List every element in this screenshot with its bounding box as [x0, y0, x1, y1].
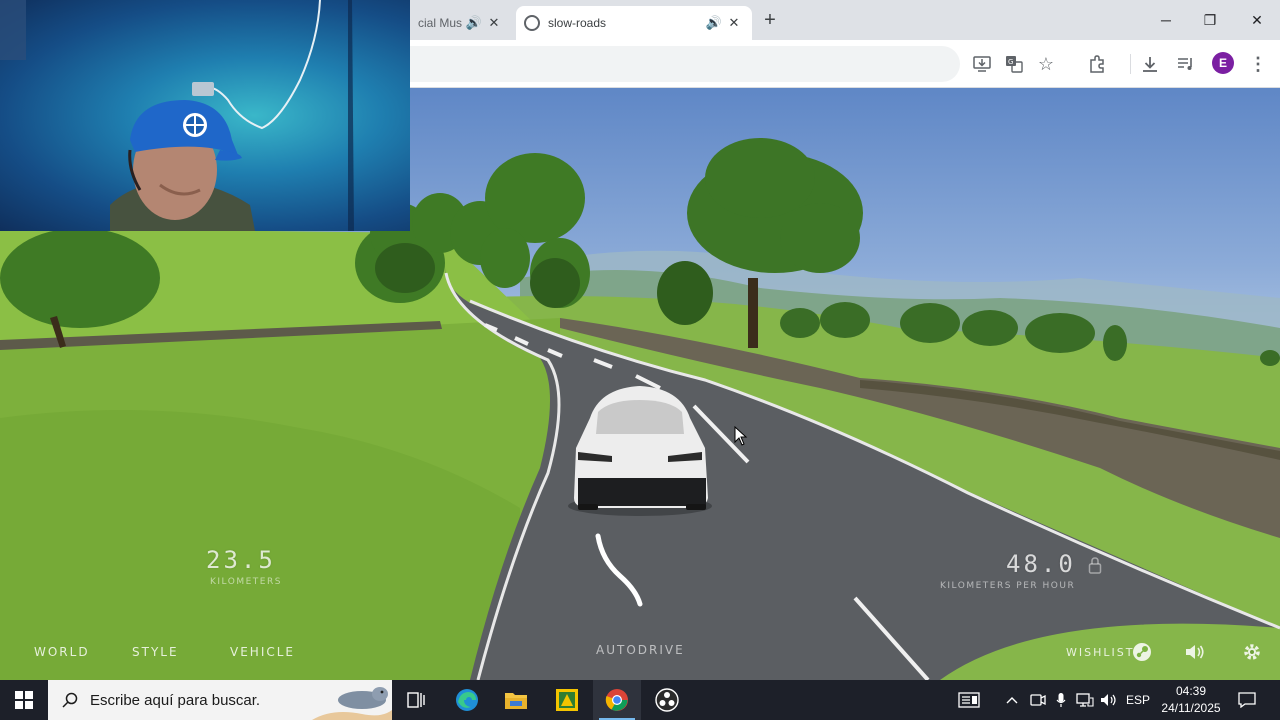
edge-app-button[interactable] — [443, 680, 491, 720]
menu-style[interactable]: STYLE — [132, 645, 179, 659]
steam-icon[interactable] — [1132, 642, 1152, 662]
translate-icon[interactable]: G — [1002, 52, 1026, 76]
menu-dots-icon[interactable]: ⋮ — [1246, 52, 1270, 76]
volume-icon[interactable] — [1184, 642, 1206, 662]
task-view-icon — [407, 692, 425, 708]
speed-unit: KILOMETERS PER HOUR — [940, 581, 1076, 591]
obs-app-button[interactable] — [643, 680, 691, 720]
address-bar[interactable] — [410, 46, 960, 82]
windows-taskbar: Escribe aquí para buscar. ESP 04:39 24/1… — [0, 680, 1280, 720]
tab-title: cial Mus — [418, 16, 463, 30]
search-highlight-image — [312, 687, 392, 720]
menu-vehicle[interactable]: VEHICLE — [230, 645, 295, 659]
globe-favicon-icon — [524, 15, 540, 31]
minimize-button[interactable]: ─ — [1154, 8, 1178, 32]
svg-text:G: G — [1008, 58, 1013, 66]
tab-audio-icon[interactable]: 🔊 — [704, 13, 724, 33]
install-app-icon[interactable] — [970, 52, 994, 76]
windows-logo-icon — [15, 691, 33, 709]
clock-time: 04:39 — [1175, 684, 1207, 698]
webcam-overlay — [0, 0, 410, 231]
chevron-up-icon[interactable] — [1002, 680, 1022, 720]
clock-date: 24/11/2025 — [1161, 701, 1221, 715]
downloads-icon[interactable] — [1138, 52, 1162, 76]
mouse-cursor-icon — [734, 426, 748, 446]
chrome-icon — [605, 689, 628, 711]
browser-toolbar: G ☆ E ⋮ — [410, 40, 1280, 88]
task-view-button[interactable] — [392, 680, 440, 720]
meet-now-icon[interactable] — [1028, 680, 1048, 720]
speaker-icon[interactable] — [1098, 680, 1120, 720]
wishlist-button[interactable]: WISHLIST — [1066, 646, 1134, 659]
chrome-app-button[interactable] — [593, 680, 641, 720]
distance-value: 23.5 — [206, 546, 276, 574]
webcam-feed-image — [0, 0, 354, 231]
restore-button[interactable]: ❐ — [1198, 8, 1222, 32]
browser-tab-strip: cial Mus 🔊 ✕ slow-roads 🔊 ✕ + ─ ❐ ✕ — [410, 0, 1280, 40]
system-clock[interactable]: 04:39 24/11/2025 — [1150, 683, 1232, 717]
new-tab-button[interactable]: + — [758, 8, 782, 32]
search-icon — [62, 692, 78, 708]
start-button[interactable] — [0, 680, 48, 720]
tab-title: slow-roads — [548, 16, 607, 30]
speed-lock-icon[interactable] — [1088, 556, 1102, 574]
screen: 23.5 KILOMETERS 48.0 KILOMETERS PER HOUR… — [0, 0, 1280, 720]
file-explorer-button[interactable] — [492, 680, 540, 720]
media-control-icon[interactable] — [1174, 52, 1198, 76]
autodrive-button[interactable]: AUTODRIVE — [596, 643, 685, 657]
edge-icon — [456, 689, 478, 711]
microphone-icon[interactable] — [1052, 680, 1070, 720]
tab-audio-icon[interactable]: 🔊 — [464, 13, 484, 33]
taskbar-search-box[interactable]: Escribe aquí para buscar. — [48, 680, 392, 720]
notifications-icon[interactable] — [1236, 680, 1258, 720]
yellow-app-button[interactable] — [543, 680, 591, 720]
tab-close-icon[interactable]: ✕ — [484, 13, 504, 33]
news-widget-icon[interactable] — [954, 680, 984, 720]
tab-inactive[interactable]: cial Mus 🔊 ✕ — [410, 6, 512, 40]
game-launcher-icon — [556, 689, 578, 711]
network-icon[interactable] — [1074, 680, 1096, 720]
settings-gear-icon[interactable] — [1242, 642, 1262, 662]
profile-avatar[interactable]: E — [1212, 52, 1234, 74]
speed-value: 48.0 — [1006, 550, 1076, 578]
folder-icon — [505, 693, 527, 709]
tab-active[interactable]: slow-roads 🔊 ✕ — [516, 6, 752, 40]
obs-icon — [655, 688, 679, 712]
toolbar-separator — [1130, 54, 1131, 74]
language-indicator[interactable]: ESP — [1124, 680, 1152, 720]
search-placeholder: Escribe aquí para buscar. — [90, 691, 261, 709]
tab-close-icon[interactable]: ✕ — [724, 13, 744, 33]
bookmark-star-icon[interactable]: ☆ — [1034, 52, 1058, 76]
menu-world[interactable]: WORLD — [34, 645, 90, 659]
close-window-button[interactable]: ✕ — [1245, 8, 1269, 32]
extensions-icon[interactable] — [1085, 52, 1109, 76]
distance-unit: KILOMETERS — [210, 577, 282, 587]
